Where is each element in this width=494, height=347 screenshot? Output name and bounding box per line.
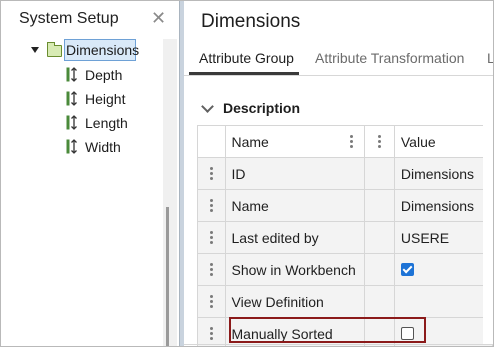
row-drag-handle[interactable] xyxy=(197,189,226,222)
table-row[interactable]: Name Dimensions xyxy=(197,189,493,222)
row-spacer-cell xyxy=(363,221,395,254)
table-row[interactable]: ID Dimensions xyxy=(197,157,493,190)
table-row[interactable]: View Definition xyxy=(197,285,493,318)
tree-item-label: Length xyxy=(85,115,128,131)
show-in-workbench-checkbox[interactable] xyxy=(400,263,414,276)
tree-item-dimensions[interactable]: Dimensions xyxy=(31,39,141,61)
table-row[interactable]: Show in Workbench xyxy=(197,253,493,286)
tab-attribute-group[interactable]: Attribute Group xyxy=(199,50,294,66)
row-name-cell: Show in Workbench xyxy=(224,253,365,286)
close-icon[interactable]: ✕ xyxy=(151,9,167,27)
expand-caret-icon[interactable] xyxy=(31,47,39,53)
row-value-cell[interactable] xyxy=(393,253,493,286)
row-spacer-cell xyxy=(363,317,395,346)
drag-handle-icon[interactable] xyxy=(209,295,213,308)
tab-attribute-transformation[interactable]: Attribute Transformation xyxy=(315,50,464,66)
editor-panel: Dimensions Attribute Group Attribute Tra… xyxy=(184,1,493,346)
tree-item-label: Dimensions xyxy=(66,42,140,58)
tree-item-label: Height xyxy=(85,91,126,107)
tree-item-label: Depth xyxy=(85,67,123,83)
app-window: System Setup ✕ Dimensions Depth Height L… xyxy=(0,0,494,347)
row-drag-handle[interactable] xyxy=(197,253,226,286)
attribute-icon xyxy=(66,67,77,82)
column-header-value[interactable]: Value xyxy=(393,125,493,158)
tree-scrollbar[interactable] xyxy=(163,39,177,346)
row-value-cell[interactable]: Dimensions xyxy=(393,157,493,190)
drag-handle-icon[interactable] xyxy=(209,327,213,340)
manually-sorted-checkbox[interactable] xyxy=(400,327,414,340)
row-spacer-cell xyxy=(363,285,395,318)
drag-handle-icon[interactable] xyxy=(209,199,213,212)
row-value-cell[interactable]: Dimensions xyxy=(393,189,493,222)
tree-panel: System Setup ✕ Dimensions Depth Height L… xyxy=(1,1,179,346)
row-name-cell: Name xyxy=(224,189,365,222)
row-spacer-cell xyxy=(363,157,395,190)
tree-panel-title: System Setup xyxy=(19,10,119,27)
page-title: Dimensions xyxy=(201,11,301,32)
row-name-cell: ID xyxy=(224,157,365,190)
row-value-cell[interactable] xyxy=(393,317,493,346)
row-value-cell[interactable]: USERE xyxy=(393,221,493,254)
tabs-divider xyxy=(184,75,493,76)
attribute-icon xyxy=(66,91,77,106)
drag-handle-icon[interactable] xyxy=(209,167,213,180)
row-handle-header xyxy=(197,125,226,158)
column-menu-icon[interactable] xyxy=(349,133,353,150)
row-value-cell[interactable] xyxy=(393,285,493,318)
row-drag-handle[interactable] xyxy=(197,317,226,346)
tree-panel-header: System Setup ✕ xyxy=(1,1,179,37)
table-row[interactable]: Manually Sorted xyxy=(197,317,493,346)
row-spacer-cell xyxy=(363,253,395,286)
drag-handle-icon[interactable] xyxy=(209,231,213,244)
tree-scrollbar-thumb[interactable] xyxy=(166,207,169,346)
table-row[interactable]: Last edited by USERE xyxy=(197,221,493,254)
column-header-name[interactable]: Name xyxy=(224,125,365,158)
folder-icon xyxy=(47,42,62,57)
attribute-icon xyxy=(66,139,77,154)
section-title: Description xyxy=(223,100,301,116)
attributes-table: Name Value ID Dimensions Name Dimensions xyxy=(197,125,493,346)
row-drag-handle[interactable] xyxy=(197,221,226,254)
row-name-cell: View Definition xyxy=(224,285,365,318)
collapse-chevron-icon[interactable] xyxy=(201,100,214,113)
column-menu-icon[interactable] xyxy=(377,135,381,148)
row-drag-handle[interactable] xyxy=(197,157,226,190)
editor-scrollbar[interactable] xyxy=(483,76,493,344)
table-header-row: Name Value xyxy=(197,125,493,158)
attribute-icon xyxy=(66,115,77,130)
row-spacer-cell xyxy=(363,189,395,222)
column-menu-cell[interactable] xyxy=(363,125,395,158)
drag-handle-icon[interactable] xyxy=(209,263,213,276)
row-name-cell: Last edited by xyxy=(224,221,365,254)
editor-bottom-divider xyxy=(184,344,493,345)
tree-item-label: Width xyxy=(85,139,121,155)
tab-overflow[interactable]: L xyxy=(487,50,493,66)
row-drag-handle[interactable] xyxy=(197,285,226,318)
row-name-cell: Manually Sorted xyxy=(224,317,365,346)
